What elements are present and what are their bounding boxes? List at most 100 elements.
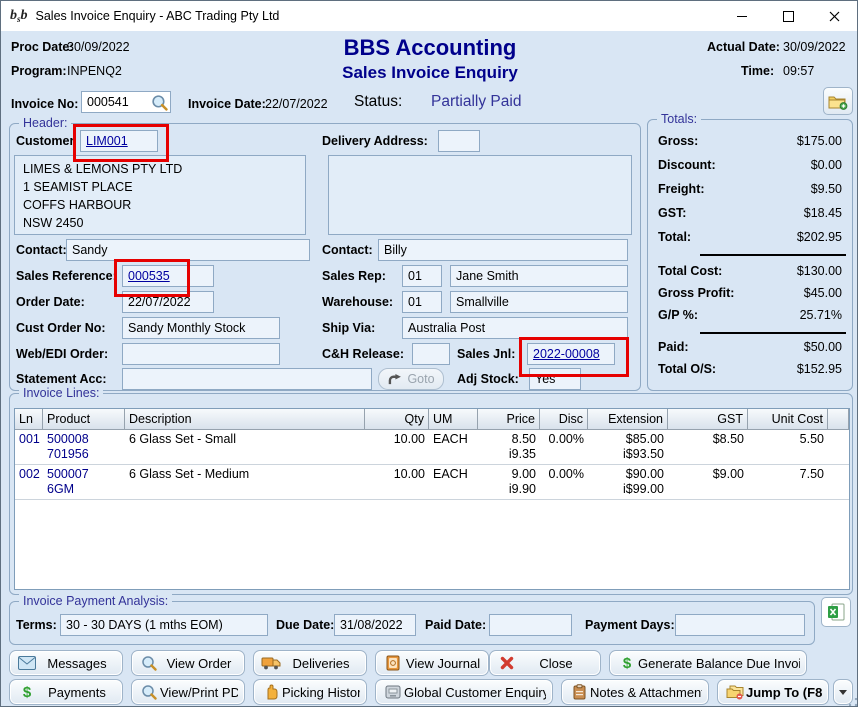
export-excel-button[interactable] <box>821 597 851 627</box>
maximize-button[interactable] <box>765 1 811 31</box>
order-date-field[interactable]: 22/07/2022 <box>122 291 214 313</box>
payment-days-label: Payment Days: <box>585 618 675 632</box>
invoice-lines-table: Ln Product Description Qty UM Price Disc… <box>14 408 850 590</box>
titlebar[interactable]: bsb Sales Invoice Enquiry - ABC Trading … <box>1 1 857 31</box>
envelope-icon <box>16 656 38 670</box>
col-ln[interactable]: Ln <box>15 409 43 430</box>
col-qty[interactable]: Qty <box>365 409 429 430</box>
header-group: Header: Customer LIM001 Delivery Address… <box>9 123 641 391</box>
customer-field[interactable]: LIM001 <box>80 130 158 152</box>
col-unit-cost[interactable]: Unit Cost <box>748 409 828 430</box>
adj-stock-label: Adj Stock: <box>457 372 519 386</box>
col-disc[interactable]: Disc <box>540 409 588 430</box>
adj-stock-value: Yes <box>535 372 555 386</box>
global-customer-enquiry-button[interactable]: Global Customer Enquiry <box>375 679 553 705</box>
view-journal-button[interactable]: View Journal <box>375 650 489 676</box>
terms-field[interactable]: 30 - 30 DAYS (1 mths EOM) <box>60 614 268 636</box>
proc-date-value: 30/09/2022 <box>67 40 130 54</box>
sales-reference-link[interactable]: 000535 <box>128 269 170 283</box>
notes-attachments-button[interactable]: Notes & Attachments <box>561 679 709 705</box>
generate-balance-due-invoice-button[interactable]: $ Generate Balance Due Invoice <box>609 650 807 676</box>
invoice-line-row[interactable]: 002 5000076GM 6 Glass Set - Medium 10.00… <box>15 465 849 500</box>
close-icon <box>829 11 840 22</box>
dollar-icon: $ <box>616 656 638 671</box>
ch-release-field[interactable] <box>412 343 450 365</box>
statement-acc-field[interactable] <box>122 368 372 390</box>
messages-button[interactable]: Messages <box>9 650 123 676</box>
picking-history-button[interactable]: Picking History <box>253 679 367 705</box>
gross-value: $175.00 <box>797 134 842 148</box>
payments-button[interactable]: $ Payments <box>9 679 123 705</box>
folder-add-button[interactable] <box>823 87 853 115</box>
delivery-address-box[interactable] <box>328 155 632 235</box>
cell-product: 500008701956 <box>43 430 125 464</box>
delivery-address-code-field[interactable] <box>438 130 480 152</box>
col-gst[interactable]: GST <box>668 409 748 430</box>
warehouse-code-field[interactable]: 01 <box>402 291 442 313</box>
generate-balance-due-invoice-label: Generate Balance Due Invoice <box>638 656 800 671</box>
table-header-row: Ln Product Description Qty UM Price Disc… <box>15 409 849 430</box>
total-value: $202.95 <box>797 230 842 244</box>
invoice-line-row[interactable]: 001 500008701956 6 Glass Set - Small 10.… <box>15 430 849 465</box>
invoice-search-icon[interactable] <box>151 94 168 111</box>
sales-jnl-field[interactable]: 2022-00008 <box>527 343 615 365</box>
due-date-label: Due Date: <box>276 618 334 632</box>
cust-order-no-label: Cust Order No: <box>16 321 106 335</box>
payments-label: Payments <box>38 685 116 700</box>
goto-arrow-icon <box>387 374 402 385</box>
totals-divider <box>700 332 846 334</box>
cell-gst: $8.50 <box>668 430 748 464</box>
jump-to-button[interactable]: Jump To (F8) <box>717 679 829 705</box>
sales-jnl-label: Sales Jnl: <box>457 347 515 361</box>
view-print-pdf-button[interactable]: View/Print PDF <box>131 679 245 705</box>
invoice-lines-group-title: Invoice Lines: <box>19 386 103 400</box>
close-window-button[interactable] <box>811 1 857 31</box>
web-edi-order-field[interactable] <box>122 343 280 365</box>
goto-button[interactable]: Goto <box>378 368 444 390</box>
sales-rep-name-field[interactable]: Jane Smith <box>450 265 628 287</box>
payment-days-field[interactable] <box>675 614 805 636</box>
close-button[interactable]: Close <box>489 650 601 676</box>
messages-label: Messages <box>38 656 116 671</box>
folders-icon <box>724 685 746 700</box>
close-label: Close <box>518 656 594 671</box>
totals-group-title: Totals: <box>657 112 701 126</box>
col-um[interactable]: UM <box>429 409 478 430</box>
notes-attachments-label: Notes & Attachments <box>590 685 702 700</box>
col-price[interactable]: Price <box>478 409 540 430</box>
delivery-contact-field[interactable]: Billy <box>378 239 628 261</box>
view-order-button[interactable]: View Order <box>131 650 245 676</box>
deliveries-label: Deliveries <box>282 656 360 671</box>
ship-via-field[interactable]: Australia Post <box>402 317 628 339</box>
sales-rep-name: Jane Smith <box>456 269 519 283</box>
adj-stock-field[interactable]: Yes <box>529 368 581 390</box>
cell-unit-cost: 7.50 <box>748 465 828 499</box>
sales-rep-code-field[interactable]: 01 <box>402 265 442 287</box>
customer-code-link[interactable]: LIM001 <box>86 134 128 148</box>
gross-profit-value: $45.00 <box>804 286 842 300</box>
status-label: Status: <box>354 93 402 111</box>
warehouse-name-field[interactable]: Smallville <box>450 291 628 313</box>
invoice-no-input[interactable]: 000541 <box>81 91 171 113</box>
sales-jnl-link[interactable]: 2022-00008 <box>533 347 600 361</box>
dropdown-arrow-icon <box>839 690 847 695</box>
col-product[interactable]: Product <box>43 409 125 430</box>
total-os-label: Total O/S: <box>658 362 716 376</box>
sales-reference-field[interactable]: 000535 <box>122 265 214 287</box>
col-extension[interactable]: Extension <box>588 409 668 430</box>
col-description[interactable]: Description <box>125 409 365 430</box>
paid-date-field[interactable] <box>489 614 572 636</box>
view-order-label: View Order <box>160 656 238 671</box>
contact-field[interactable]: Sandy <box>66 239 310 261</box>
minimize-button[interactable] <box>719 1 765 31</box>
resize-grip[interactable] <box>849 698 857 706</box>
warehouse-code: 01 <box>408 295 422 309</box>
cust-order-no-field[interactable]: Sandy Monthly Stock <box>122 317 280 339</box>
due-date-field[interactable]: 31/08/2022 <box>334 614 416 636</box>
deliveries-button[interactable]: Deliveries <box>253 650 367 676</box>
customer-label: Customer <box>16 134 74 148</box>
customer-address-box[interactable]: LIMES & LEMONS PTY LTD 1 SEAMIST PLACE C… <box>14 155 306 235</box>
discount-value: $0.00 <box>811 158 842 172</box>
global-customer-enquiry-label: Global Customer Enquiry <box>404 685 546 700</box>
payment-analysis-group-title: Invoice Payment Analysis: <box>19 594 172 608</box>
